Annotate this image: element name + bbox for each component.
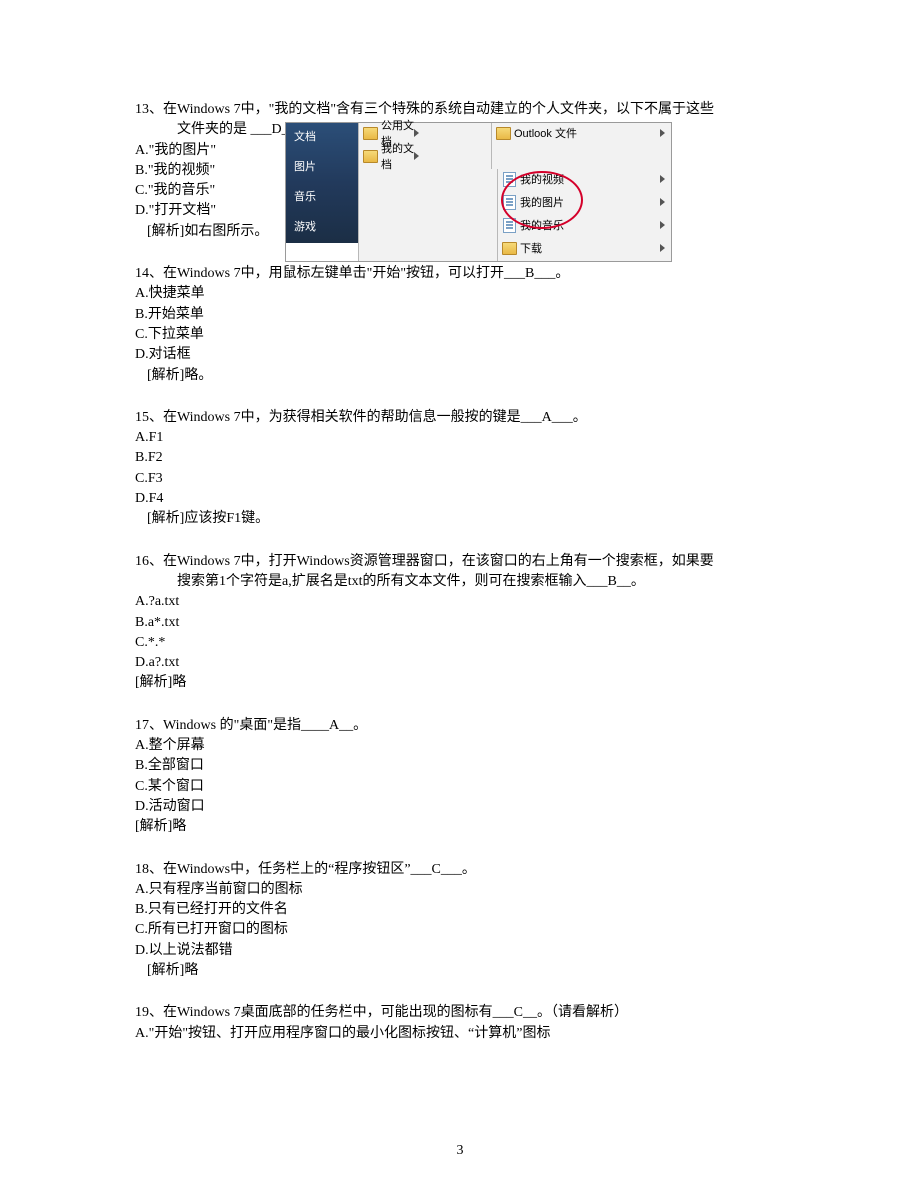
flyout-menu: 公用文档 我的文档 Outlook 文件 [358, 123, 671, 261]
q17-option-c: C.某个窗口 [135, 777, 790, 797]
file-icon [503, 218, 516, 233]
q16-stem-line1: 16、在Windows 7中，打开Windows资源管理器窗口，在该窗口的右上角… [135, 552, 790, 572]
question-13: 13、在Windows 7中，"我的文档"含有三个特殊的系统自动建立的个人文件夹… [135, 100, 790, 242]
q17-option-b: B.全部窗口 [135, 756, 790, 776]
folder-icon [502, 242, 517, 255]
submenu-arrow-icon [414, 129, 419, 137]
menu-item-my-docs[interactable]: 我的文档 [359, 146, 425, 169]
menu-item-download[interactable]: 下载 [498, 238, 671, 261]
q16-option-b: B.a*.txt [135, 613, 790, 633]
menu-label: 我的图片 [520, 196, 564, 212]
question-14: 14、在Windows 7中，用鼠标左键单击"开始"按钮，可以打开___B___… [135, 264, 790, 386]
q17-option-d: D.活动窗口 [135, 797, 790, 817]
q13-screenshot: 文档 图片 音乐 游戏 公用文档 我的文档 [285, 122, 672, 262]
question-19: 19、在Windows 7桌面底部的任务栏中，可能出现的图标有___C__。（请… [135, 1003, 790, 1044]
start-left-pics[interactable]: 图片 [286, 153, 358, 183]
menu-label: Outlook 文件 [514, 127, 577, 143]
folder-icon [363, 150, 378, 163]
q18-option-a: A.只有程序当前窗口的图标 [135, 880, 790, 900]
q15-option-a: A.F1 [135, 428, 790, 448]
q15-option-d: D.F4 [135, 489, 790, 509]
menu-label: 下载 [520, 242, 542, 258]
start-menu-left-pane: 文档 图片 音乐 游戏 [286, 123, 358, 243]
start-left-music[interactable]: 音乐 [286, 183, 358, 213]
start-left-docs[interactable]: 文档 [286, 123, 358, 153]
q19-option-a: A."开始"按钮、打开应用程序窗口的最小化图标按钮、“计算机”图标 [135, 1024, 790, 1044]
q15-option-c: C.F3 [135, 469, 790, 489]
submenu-arrow-icon [660, 221, 665, 229]
question-18: 18、在Windows中，任务栏上的“程序按钮区”___C___。 A.只有程序… [135, 860, 790, 982]
q18-option-c: C.所有已打开窗口的图标 [135, 920, 790, 940]
q15-analysis: [解析]应该按F1键。 [135, 509, 790, 529]
q18-analysis: [解析]略 [135, 961, 790, 981]
submenu-arrow-icon [660, 198, 665, 206]
menu-label: 我的音乐 [520, 219, 564, 235]
q14-stem: 14、在Windows 7中，用鼠标左键单击"开始"按钮，可以打开___B___… [135, 264, 790, 284]
q16-option-d: D.a?.txt [135, 653, 790, 673]
q15-option-b: B.F2 [135, 448, 790, 468]
q14-option-d: D.对话框 [135, 345, 790, 365]
submenu-arrow-icon [414, 152, 419, 160]
document-page: 13、在Windows 7中，"我的文档"含有三个特殊的系统自动建立的个人文件夹… [0, 0, 920, 1191]
q16-analysis: [解析]略 [135, 673, 790, 693]
question-16: 16、在Windows 7中，打开Windows资源管理器窗口，在该窗口的右上角… [135, 552, 790, 694]
file-icon [503, 195, 516, 210]
q18-stem: 18、在Windows中，任务栏上的“程序按钮区”___C___。 [135, 860, 790, 880]
menu-item-my-music[interactable]: 我的音乐 [498, 215, 671, 238]
q16-option-c: C.*.* [135, 633, 790, 653]
q17-option-a: A.整个屏幕 [135, 736, 790, 756]
page-number: 3 [0, 1141, 920, 1161]
q16-option-a: A.?a.txt [135, 592, 790, 612]
q14-analysis: [解析]略。 [135, 366, 790, 386]
start-left-games[interactable]: 游戏 [286, 213, 358, 243]
submenu-arrow-icon [660, 175, 665, 183]
folder-icon [496, 127, 511, 140]
q15-stem: 15、在Windows 7中，为获得相关软件的帮助信息一般按的键是___A___… [135, 408, 790, 428]
q13-stem-line1: 13、在Windows 7中，"我的文档"含有三个特殊的系统自动建立的个人文件夹… [135, 100, 790, 120]
q16-stem-line2: 搜索第1个字符是a,扩展名是txt的所有文本文件，则可在搜索框输入___B__。 [135, 572, 790, 592]
question-17: 17、Windows 的"桌面"是指____A__。 A.整个屏幕 B.全部窗口… [135, 716, 790, 838]
q17-analysis: [解析]略 [135, 817, 790, 837]
file-icon [503, 172, 516, 187]
q19-stem: 19、在Windows 7桌面底部的任务栏中，可能出现的图标有___C__。（请… [135, 1003, 790, 1023]
q17-stem: 17、Windows 的"桌面"是指____A__。 [135, 716, 790, 736]
question-15: 15、在Windows 7中，为获得相关软件的帮助信息一般按的键是___A___… [135, 408, 790, 530]
menu-item-outlook[interactable]: Outlook 文件 [492, 123, 671, 146]
q18-option-d: D.以上说法都错 [135, 941, 790, 961]
submenu-arrow-icon [660, 129, 665, 137]
q14-option-a: A.快捷菜单 [135, 284, 790, 304]
menu-label: 我的视频 [520, 173, 564, 189]
menu-item-my-video[interactable]: 我的视频 [498, 169, 671, 192]
q14-option-b: B.开始菜单 [135, 305, 790, 325]
menu-item-my-pic[interactable]: 我的图片 [498, 192, 671, 215]
folder-icon [363, 127, 378, 140]
submenu-arrow-icon [660, 244, 665, 252]
q14-option-c: C.下拉菜单 [135, 325, 790, 345]
q18-option-b: B.只有已经打开的文件名 [135, 900, 790, 920]
